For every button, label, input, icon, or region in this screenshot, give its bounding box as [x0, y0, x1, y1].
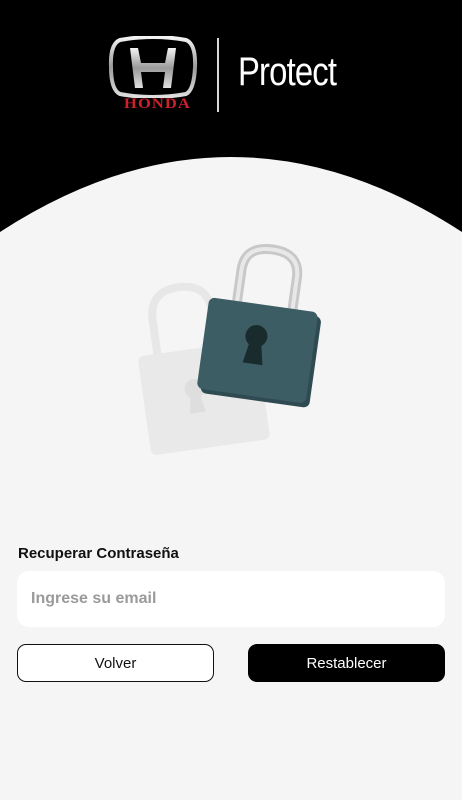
reset-button[interactable]: Restablecer — [248, 644, 445, 682]
email-input[interactable] — [17, 571, 445, 627]
section-title: Recuperar Contraseña — [18, 545, 179, 562]
brand-divider — [217, 38, 219, 112]
honda-h-icon — [108, 36, 198, 98]
padlock-icon — [197, 243, 321, 408]
product-name: Protect — [238, 50, 337, 94]
honda-wordmark: HONDA — [124, 96, 191, 112]
brand-logo: HONDA Protect — [108, 36, 358, 116]
back-button-label: Volver — [94, 654, 137, 672]
padlock-illustration — [138, 243, 321, 455]
reset-button-label: Restablecer — [306, 654, 387, 672]
back-button[interactable]: Volver — [17, 644, 214, 682]
